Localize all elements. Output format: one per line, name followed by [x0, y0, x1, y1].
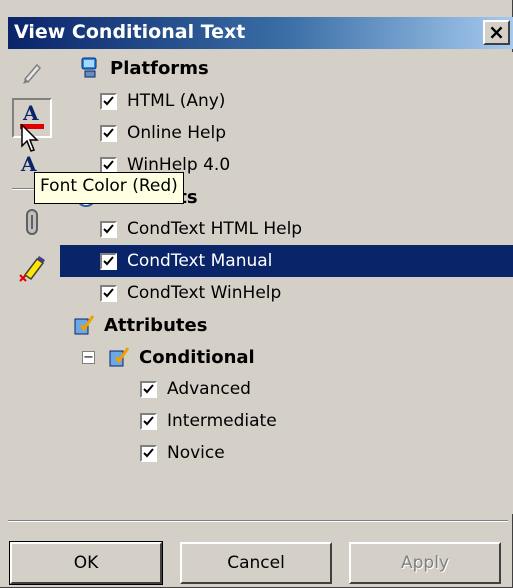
group-platforms[interactable]: Platforms	[60, 52, 513, 84]
conditional-node[interactable]: − Conditional	[82, 341, 255, 373]
title-bar[interactable]: View Conditional Text ×	[8, 17, 513, 49]
close-icon: ×	[488, 20, 505, 44]
condition-tree[interactable]: Platforms HTML (Any) Online Help WinHelp…	[60, 52, 513, 514]
list-item[interactable]: Online Help	[100, 117, 226, 149]
item-label: CondText HTML Help	[127, 219, 303, 239]
window-title: View Conditional Text	[14, 21, 246, 43]
list-item[interactable]: Advanced	[140, 373, 251, 405]
list-item-selected[interactable]: CondText Manual	[60, 245, 513, 277]
paperclip-icon	[26, 209, 38, 235]
list-item[interactable]: HTML (Any)	[100, 85, 225, 117]
item-label: Advanced	[167, 379, 251, 399]
list-item[interactable]: CondText WinHelp	[100, 277, 281, 309]
highlighter-icon	[19, 256, 45, 282]
close-button[interactable]: ×	[483, 20, 510, 45]
list-item[interactable]: Intermediate	[140, 405, 277, 437]
checkbox[interactable]	[100, 124, 117, 142]
mouse-cursor-icon	[21, 124, 39, 152]
item-label: Online Help	[127, 123, 226, 143]
checkbox[interactable]	[100, 220, 117, 238]
item-label: Novice	[167, 443, 225, 463]
group-label: Platforms	[110, 57, 209, 79]
collapse-toggle[interactable]: −	[82, 349, 95, 365]
apply-button[interactable]: Apply	[349, 542, 501, 584]
platform-icon	[78, 56, 102, 80]
attributes-icon	[107, 345, 131, 369]
apply-label: Apply	[401, 553, 449, 573]
cancel-button[interactable]: Cancel	[180, 542, 332, 584]
checkbox[interactable]	[100, 92, 117, 110]
list-item[interactable]: CondText HTML Help	[100, 213, 302, 245]
group-label: Attributes	[104, 314, 208, 336]
item-label: CondText WinHelp	[127, 283, 282, 303]
checkbox[interactable]	[140, 444, 157, 462]
button-bar: OK Cancel Apply	[0, 514, 513, 588]
item-label: CondText Manual	[127, 251, 273, 271]
tooltip: Font Color (Red)	[34, 172, 184, 204]
item-label: Intermediate	[167, 411, 277, 431]
ok-button[interactable]: OK	[9, 541, 163, 585]
cancel-label: Cancel	[227, 553, 285, 573]
list-item[interactable]: Novice	[140, 437, 225, 469]
item-label: HTML (Any)	[127, 91, 226, 111]
pencil-button[interactable]	[12, 52, 52, 92]
dialog-window: View Conditional Text × A A Platforms HT…	[0, 0, 513, 588]
ok-label: OK	[73, 553, 99, 573]
checkbox[interactable]	[100, 284, 117, 302]
node-label: Conditional	[139, 346, 255, 368]
checkbox[interactable]	[140, 380, 157, 398]
checkbox[interactable]	[140, 412, 157, 430]
minus-icon: −	[83, 349, 94, 365]
format-toolbar: A A	[8, 52, 58, 512]
pencil-icon	[23, 63, 42, 84]
group-attributes[interactable]: Attributes	[60, 309, 513, 341]
highlighter-button[interactable]	[12, 248, 52, 288]
attributes-icon	[72, 313, 96, 337]
attachment-button[interactable]	[12, 202, 52, 242]
checkbox[interactable]	[100, 252, 117, 270]
checkbox[interactable]	[100, 156, 117, 174]
divider	[8, 520, 508, 522]
font-color-glyph: A	[22, 102, 39, 125]
